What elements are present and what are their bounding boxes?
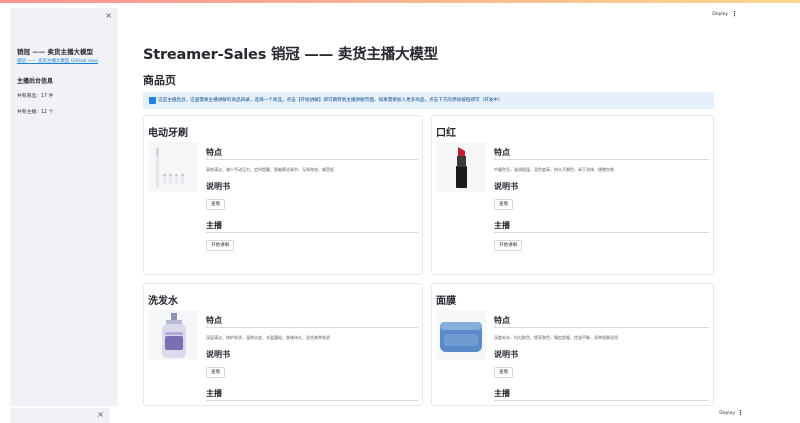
product-card: 口红 特点 中量色号、滋润保湿、显色度高、持久不脱色、易于涂抹、便携包装 说明书… [431,115,714,275]
view-manual-button[interactable]: 查看 [206,199,226,210]
features-heading: 特点 [494,316,510,325]
page-subtitle: 商品页 [143,74,176,87]
sidebar-info-title: 主播后台信息 [17,78,54,85]
features-text: 深层清洁、修护发质、温和头皮、丰盈蓬松、香味持久、适合各种发质 [206,335,330,340]
deploy-button[interactable]: Deploy [712,12,728,17]
streamers-count: 共有主播：12 个 [17,110,54,115]
product-card: 洗发水 特点 深层清洁、修护发质、温和头皮、丰盈蓬松、香味持久、适合各种发质 说… [143,283,423,406]
divider [494,159,709,160]
products-count: 共有商品：17 件 [17,94,54,99]
lipstick-image [436,142,486,192]
host-heading: 主播 [206,389,222,398]
product-name: 口红 [436,128,456,139]
sidebar: × 销冠 —— 卖货主播大模型 销冠 —— 卖货主播大模型 GitHub rep… [10,8,118,406]
features-heading: 特点 [206,148,222,157]
product-name: 电动牙刷 [148,128,188,139]
view-manual-button[interactable]: 查看 [206,367,226,378]
info-icon [149,97,156,104]
divider [206,400,418,401]
start-explaining-button[interactable]: 开始讲解 [206,240,235,251]
product-name: 洗发水 [148,296,178,307]
view-manual-button[interactable]: 查看 [494,199,514,210]
divider [494,327,709,328]
features-heading: 特点 [494,148,510,157]
host-heading: 主播 [494,221,510,230]
manual-heading: 说明书 [206,350,230,359]
manual-heading: 说明书 [494,350,518,359]
toothbrush-image [148,142,198,192]
info-alert: 这是主播后台，这里需要主播讲解的商品目录，选择一个商品，点击【开始讲解】即可跳转… [143,92,714,109]
start-explaining-button[interactable]: 开始讲解 [494,240,523,251]
features-text: 高效清洁、减少手动压力、定时提醒、智能模式调节、无线充电、噪音低 [206,167,334,172]
product-card: 面膜 特点 深度补水、均匀肤色、提亮肤色、镇定舒缓、控油平衡、多种肌肤适用 说明… [431,283,714,406]
divider [494,232,709,233]
product-card: 电动牙刷 特点 高效清洁、减少手动压力、定时提醒、智能模式调节、无线充电、噪音低… [143,115,423,275]
manual-heading: 说明书 [206,182,230,191]
close-icon[interactable]: × [105,11,112,20]
divider [206,327,418,328]
divider [206,232,418,233]
features-text: 深度补水、均匀肤色、提亮肤色、镇定舒缓、控油平衡、多种肌肤适用 [494,335,618,340]
host-heading: 主播 [494,389,510,398]
main-menu-icon[interactable]: ⋮ [731,10,738,18]
divider [206,159,418,160]
deploy-button[interactable]: Deploy [719,411,735,416]
sidebar-title: 销冠 —— 卖货主播大模型 [17,48,94,56]
top-decoration-bar [0,0,800,3]
shampoo-image [148,310,198,360]
divider [494,400,709,401]
github-repo-link[interactable]: 销冠 —— 卖货主播大模型 GitHub repo [17,58,98,64]
view-manual-button[interactable]: 查看 [494,367,514,378]
features-text: 中量色号、滋润保湿、显色度高、持久不脱色、易于涂抹、便携包装 [494,167,614,172]
close-icon[interactable]: × [97,410,104,419]
manual-heading: 说明书 [494,182,518,191]
product-name: 面膜 [436,296,456,307]
face-mask-image [436,310,486,360]
host-heading: 主播 [206,221,222,230]
main-menu-icon[interactable]: ⋮ [737,409,744,417]
page-title: Streamer-Sales 销冠 —— 卖货主播大模型 [143,47,438,63]
info-text: 这是主播后台，这里需要主播讲解的商品目录，选择一个商品，点击【开始讲解】即可跳转… [158,98,503,103]
collapsed-sidebar-strip: × [10,408,110,423]
features-heading: 特点 [206,316,222,325]
